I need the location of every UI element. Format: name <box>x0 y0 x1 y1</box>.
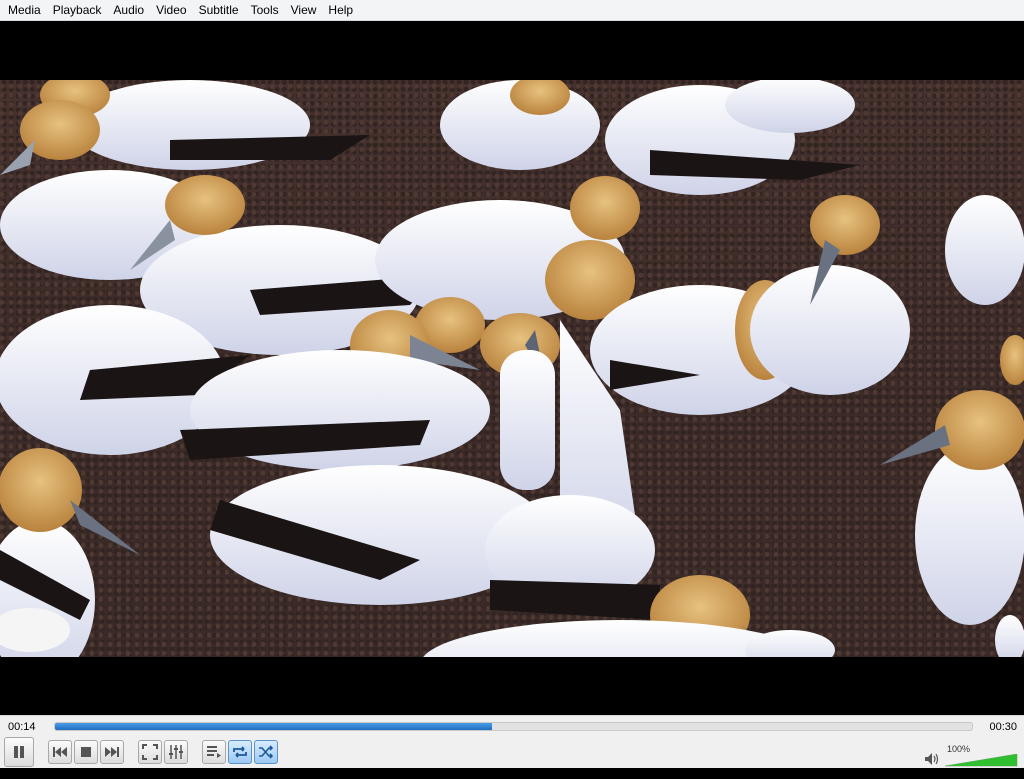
loop-icon <box>233 746 247 758</box>
menu-help[interactable]: Help <box>322 0 359 21</box>
volume-percent: 100% <box>947 744 971 754</box>
next-button[interactable] <box>100 740 124 764</box>
seek-slider[interactable] <box>54 722 973 731</box>
stop-button[interactable] <box>74 740 98 764</box>
playlist-button[interactable] <box>202 740 226 764</box>
equalizer-icon <box>169 745 183 759</box>
loop-button[interactable] <box>228 740 252 764</box>
seek-progress-fill <box>55 723 493 730</box>
previous-button[interactable] <box>48 740 72 764</box>
menu-tools[interactable]: Tools <box>245 0 285 21</box>
menu-audio[interactable]: Audio <box>107 0 150 21</box>
video-output[interactable] <box>0 21 1024 715</box>
video-still-gannets <box>0 80 1024 657</box>
menu-media[interactable]: Media <box>2 0 47 21</box>
video-frame <box>0 80 1024 657</box>
skip-next-icon <box>105 747 119 757</box>
menu-playback[interactable]: Playback <box>47 0 108 21</box>
elapsed-time: 00:14 <box>8 721 36 733</box>
fullscreen-button[interactable] <box>138 740 162 764</box>
random-button[interactable] <box>254 740 278 764</box>
pause-button[interactable] <box>4 737 34 767</box>
speaker-icon[interactable] <box>924 752 940 766</box>
stop-icon <box>81 747 91 757</box>
fullscreen-icon <box>142 744 158 760</box>
menu-bar: Media Playback Audio Video Subtitle Tool… <box>0 0 1024 21</box>
control-panel: 00:14 00:30 100% <box>0 715 1024 768</box>
total-time[interactable]: 00:30 <box>989 721 1017 733</box>
volume-slider[interactable] <box>945 754 1019 779</box>
menu-subtitle[interactable]: Subtitle <box>193 0 245 21</box>
pause-icon <box>14 746 24 758</box>
shuffle-icon <box>259 745 274 759</box>
extended-settings-button[interactable] <box>164 740 188 764</box>
playlist-icon <box>207 746 221 758</box>
menu-view[interactable]: View <box>285 0 323 21</box>
menu-video[interactable]: Video <box>150 0 192 21</box>
skip-previous-icon <box>53 747 67 757</box>
